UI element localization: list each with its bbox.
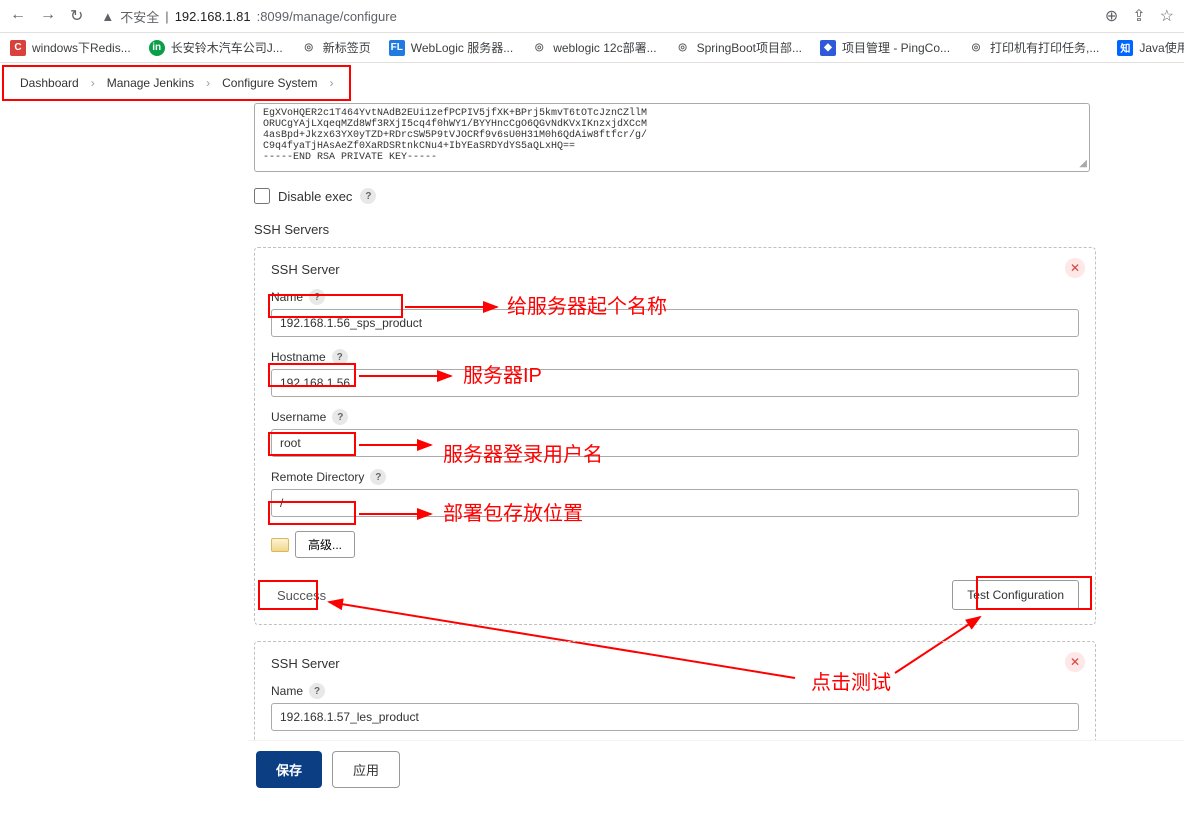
url-host: 192.168.1.81 — [175, 9, 251, 24]
search-icon[interactable]: ⊕ — [1105, 6, 1118, 26]
breadcrumb: Dashboard › Manage Jenkins › Configure S… — [2, 65, 351, 101]
browser-nav-bar: ← → ↻ ▲ 不安全 | 192.168.1.81 :8099/manage/c… — [0, 0, 1184, 33]
bookmark-item[interactable]: FL WebLogic 服务器... — [389, 39, 513, 56]
name-label: Name — [271, 684, 303, 698]
test-success-label: Success — [271, 584, 332, 607]
arrow-icon — [359, 440, 439, 456]
bookmark-item[interactable]: ◆ 项目管理 - PingCo... — [820, 39, 950, 56]
bookmark-icon: ◎ — [301, 40, 317, 56]
forward-icon[interactable]: → — [40, 6, 56, 26]
bookmark-label: 长安铃木汽车公司J... — [171, 39, 283, 56]
bookmark-icon: in — [149, 40, 165, 56]
advanced-icon — [271, 538, 289, 552]
ssh-server-header: SSH Server — [271, 656, 1079, 671]
annotation-user: 服务器登录用户名 — [443, 438, 603, 467]
share-icon[interactable]: ⇪ — [1132, 6, 1145, 26]
url-rest: :8099/manage/configure — [257, 9, 397, 24]
bookmark-label: 新标签页 — [323, 39, 371, 56]
help-icon[interactable]: ? — [309, 683, 325, 699]
bottom-action-bar: 保存 应用 — [248, 740, 1184, 798]
bookmark-label: WebLogic 服务器... — [411, 39, 513, 56]
bookmark-label: weblogic 12c部署... — [553, 39, 656, 56]
bookmark-icon: FL — [389, 40, 405, 56]
bookmark-item[interactable]: 知 Java使用 Springbo... — [1117, 39, 1184, 56]
bookmark-item[interactable]: ◎ 打印机有打印任务,... — [968, 39, 1099, 56]
bookmark-icon: ◎ — [968, 40, 984, 56]
arrow-icon — [359, 509, 439, 525]
help-icon[interactable]: ? — [360, 188, 376, 204]
chevron-right-icon: › — [91, 76, 95, 90]
chevron-right-icon: › — [206, 76, 210, 90]
disable-exec-row: Disable exec ? — [254, 188, 1184, 204]
address-bar[interactable]: ▲ 不安全 | 192.168.1.81 :8099/manage/configu… — [91, 7, 1096, 26]
bookmark-icon: ◎ — [531, 40, 547, 56]
arrow-icon — [405, 302, 505, 318]
bookmarks-bar: Cwindows下Redis... in 长安铃木汽车公司J... ◎ 新标签页 FL We… — [0, 33, 1184, 63]
breadcrumb-manage[interactable]: Manage Jenkins — [107, 76, 194, 90]
disable-exec-checkbox[interactable] — [254, 188, 270, 204]
delete-server-button[interactable]: ✕ — [1065, 652, 1085, 672]
bookmark-icon: ◎ — [675, 40, 691, 56]
security-label: 不安全 — [120, 7, 159, 26]
bookmark-item[interactable]: Cwindows下Redis... — [10, 39, 131, 56]
name-label: Name — [271, 290, 303, 304]
server-name-input[interactable] — [271, 309, 1079, 337]
bookmark-item[interactable]: ◎ SpringBoot项目部... — [675, 39, 802, 56]
resize-handle-icon[interactable]: ◢ — [1079, 158, 1087, 169]
bookmark-item[interactable]: ◎ weblogic 12c部署... — [531, 39, 656, 56]
advanced-button[interactable]: 高级... — [295, 531, 355, 558]
breadcrumb-dashboard[interactable]: Dashboard — [20, 76, 79, 90]
ssh-servers-title: SSH Servers — [254, 222, 1184, 237]
remote-dir-label: Remote Directory — [271, 470, 364, 484]
nav-icons: ← → ↻ — [10, 6, 83, 26]
star-icon[interactable]: ☆ — [1160, 6, 1174, 26]
bookmark-icon: C — [10, 40, 26, 56]
chevron-right-icon: › — [329, 76, 333, 90]
hostname-label: Hostname — [271, 350, 326, 364]
bookmark-label: windows下Redis... — [32, 39, 131, 56]
server-name-input[interactable] — [271, 703, 1079, 731]
breadcrumb-configure[interactable]: Configure System — [222, 76, 317, 90]
disable-exec-label: Disable exec — [278, 189, 352, 204]
bookmark-label: 项目管理 - PingCo... — [842, 39, 950, 56]
apply-button[interactable]: 应用 — [332, 751, 400, 788]
help-icon[interactable]: ? — [370, 469, 386, 485]
bookmark-item[interactable]: in 长安铃木汽车公司J... — [149, 39, 283, 56]
main-content: EgXVoHQER2c1T464YvtNAdB2EUi1zefPCPIV5jfX… — [0, 103, 1184, 838]
bookmark-label: 打印机有打印任务,... — [990, 39, 1099, 56]
bookmark-label: SpringBoot项目部... — [697, 39, 802, 56]
bookmark-icon: 知 — [1117, 40, 1133, 56]
browser-right-icons: ⊕ ⇪ ☆ — [1105, 6, 1174, 26]
username-label: Username — [271, 410, 326, 424]
rsa-key-textarea[interactable]: EgXVoHQER2c1T464YvtNAdB2EUi1zefPCPIV5jfX… — [254, 103, 1090, 172]
delete-server-button[interactable]: ✕ — [1065, 258, 1085, 278]
rsa-key-text: EgXVoHQER2c1T464YvtNAdB2EUi1zefPCPIV5jfX… — [263, 108, 1081, 163]
arrow-icon — [359, 371, 459, 387]
ssh-server-header: SSH Server — [271, 262, 1079, 277]
help-icon[interactable]: ? — [332, 409, 348, 425]
insecure-icon: ▲ — [101, 9, 114, 24]
bookmark-item[interactable]: ◎ 新标签页 — [301, 39, 371, 56]
bookmark-icon: ◆ — [820, 40, 836, 56]
help-icon[interactable]: ? — [309, 289, 325, 305]
help-icon[interactable]: ? — [332, 349, 348, 365]
back-icon[interactable]: ← — [10, 6, 26, 26]
ssh-server-block: ✕ SSH Server Name ? Hostname ? Username … — [254, 247, 1096, 625]
annotation-dir: 部署包存放位置 — [443, 497, 583, 526]
bookmark-label: Java使用 Springbo... — [1139, 39, 1184, 56]
annotation-host: 服务器IP — [463, 359, 542, 388]
save-button[interactable]: 保存 — [256, 751, 322, 788]
annotation-name: 给服务器起个名称 — [507, 290, 667, 319]
test-configuration-button[interactable]: Test Configuration — [952, 580, 1079, 610]
reload-icon[interactable]: ↻ — [70, 6, 83, 26]
separator: | — [165, 9, 168, 24]
